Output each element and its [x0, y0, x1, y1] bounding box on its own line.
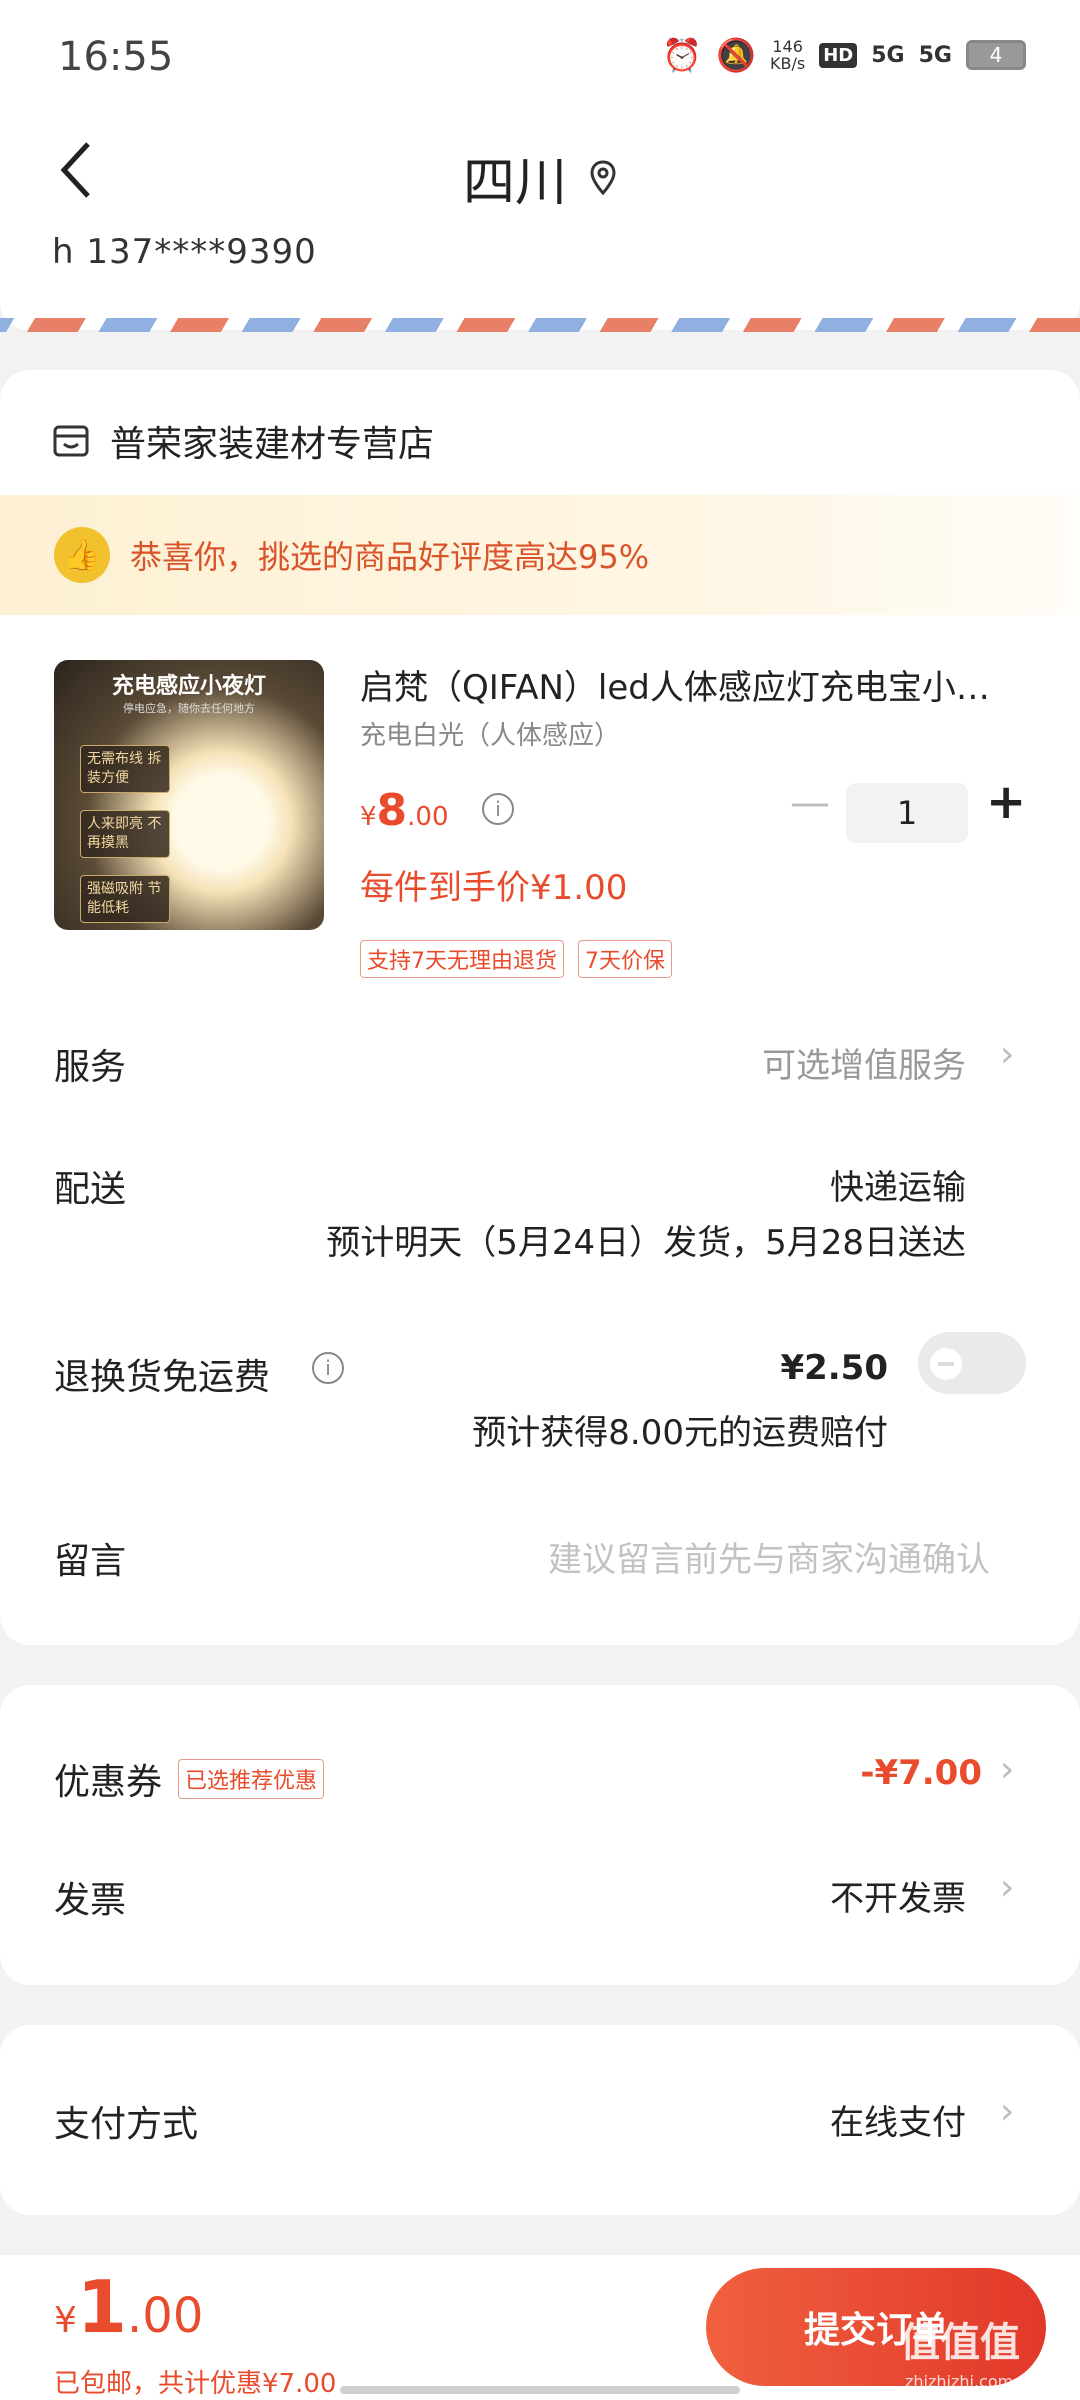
payment-card: 支付方式 在线支付 ›	[0, 2025, 1080, 2215]
coupon-label: 优惠券	[54, 1762, 163, 1803]
thumbs-up-icon: 👍	[54, 527, 110, 583]
product-image-subtitle: 停电应急，随你去任何地方	[123, 702, 255, 715]
signal-5g-icon: 5G	[871, 42, 905, 68]
product-image-tag: 强磁吸附 节能低耗	[80, 875, 170, 923]
info-icon[interactable]: i	[482, 793, 514, 825]
quantity-input[interactable]: 1	[846, 783, 968, 843]
chevron-right-icon[interactable]: ›	[1000, 1867, 1014, 1908]
battery-icon: 4	[966, 40, 1026, 70]
header: 四川	[0, 110, 1080, 250]
alarm-icon: ⏰	[662, 36, 703, 74]
net-speed: 146 KB/s	[770, 37, 806, 73]
watermark-url: zhizhizhi.com	[905, 2372, 1014, 2391]
payment-label: 支付方式	[54, 2104, 199, 2145]
invoice-label: 发票	[54, 1880, 127, 1921]
product-title[interactable]: 启梵（QIFAN）led人体感应灯充电宝小夜灯	[360, 660, 1020, 709]
message-input[interactable]: 建议留言前先与商家沟通确认	[548, 1532, 990, 1581]
return-shipping-price: ¥2.50	[780, 1348, 888, 1388]
home-indicator[interactable]	[340, 2386, 740, 2394]
product-badges: 支持7天无理由退货 7天价保	[360, 940, 672, 978]
product-image-tag: 无需布线 拆装方便	[80, 745, 170, 793]
return-shipping-toggle[interactable]	[918, 1332, 1026, 1394]
final-price: 每件到手价¥1.00	[360, 868, 628, 908]
badge-price-protect: 7天价保	[578, 940, 672, 978]
return-shipping-note: 预计获得8.00元的运费赔付	[472, 1413, 888, 1453]
receiver-phone: h 137****9390	[52, 232, 317, 272]
return-shipping-label: 退换货免运费	[54, 1357, 271, 1398]
banner-text: 恭喜你，挑选的商品好评度高达95%	[130, 538, 650, 576]
quantity-decrease-button[interactable]: —	[790, 780, 830, 826]
store-header[interactable]: 普荣家装建材专营店	[52, 415, 434, 467]
product-spec[interactable]: 充电白光（人体感应）	[360, 715, 620, 752]
product-image-title: 充电感应小夜灯	[111, 674, 266, 699]
product-price: ¥8.00	[360, 785, 449, 836]
status-icons: ⏰ 🔕 146 KB/s HD 5G 5G 4	[662, 36, 1026, 74]
chevron-right-icon[interactable]: ›	[1000, 1034, 1014, 1075]
mute-bell-icon: 🔕	[716, 36, 757, 74]
location-pin-icon[interactable]	[589, 159, 617, 196]
chevron-right-icon[interactable]: ›	[1000, 2091, 1014, 2132]
store-icon	[53, 425, 89, 457]
product-image[interactable]: 充电感应小夜灯 停电应急，随你去任何地方 无需布线 拆装方便 人来即亮 不再摸黑…	[54, 660, 324, 930]
order-card: 普荣家装建材专营店 👍 恭喜你，挑选的商品好评度高达95% 充电感应小夜灯 停电…	[0, 370, 1080, 1645]
message-label: 留言	[54, 1541, 127, 1582]
badge-return: 支持7天无理由退货	[360, 940, 564, 978]
invoice-value[interactable]: 不开发票	[830, 1871, 966, 1920]
page-title: 四川	[462, 153, 567, 213]
discount-card: 优惠券 已选推荐优惠 -¥7.00 › 发票 不开发票 ›	[0, 1685, 1080, 1985]
hd-icon: HD	[819, 42, 858, 68]
watermark-logo: 值值值	[900, 2320, 1020, 2366]
delivery-eta: 预计明天（5月24日）发货，5月28日送达	[326, 1223, 966, 1263]
title-wrap: 四川	[0, 140, 1080, 215]
delivery-method: 快递运输	[830, 1168, 966, 1208]
coupon-badge: 已选推荐优惠	[178, 1759, 325, 1799]
status-bar: 16:55 ⏰ 🔕 146 KB/s HD 5G 5G 4	[0, 0, 1080, 110]
info-icon[interactable]: i	[312, 1352, 344, 1384]
rating-banner: 👍 恭喜你，挑选的商品好评度高达95%	[0, 495, 1080, 615]
chevron-right-icon[interactable]: ›	[1000, 1749, 1014, 1790]
signal-5g-icon-2: 5G	[918, 42, 952, 68]
service-label: 服务	[54, 1047, 127, 1088]
envelope-stripe	[0, 318, 1080, 332]
store-name: 普荣家装建材专营店	[110, 424, 435, 465]
service-value[interactable]: 可选增值服务	[762, 1038, 966, 1087]
quantity-increase-button[interactable]: +	[986, 774, 1026, 830]
status-time: 16:55	[58, 34, 174, 80]
payment-value[interactable]: 在线支付	[830, 2095, 966, 2144]
shipping-note: 已包邮，共计优惠¥7.00	[54, 2369, 337, 2399]
delivery-label: 配送	[54, 1169, 127, 1210]
total-price: ¥1.00	[54, 2265, 204, 2349]
coupon-value[interactable]: -¥7.00	[860, 1753, 982, 1793]
toggle-knob	[930, 1348, 962, 1380]
product-image-tag: 人来即亮 不再摸黑	[80, 810, 170, 858]
coupon-row[interactable]: 优惠券 已选推荐优惠	[54, 1753, 325, 1805]
